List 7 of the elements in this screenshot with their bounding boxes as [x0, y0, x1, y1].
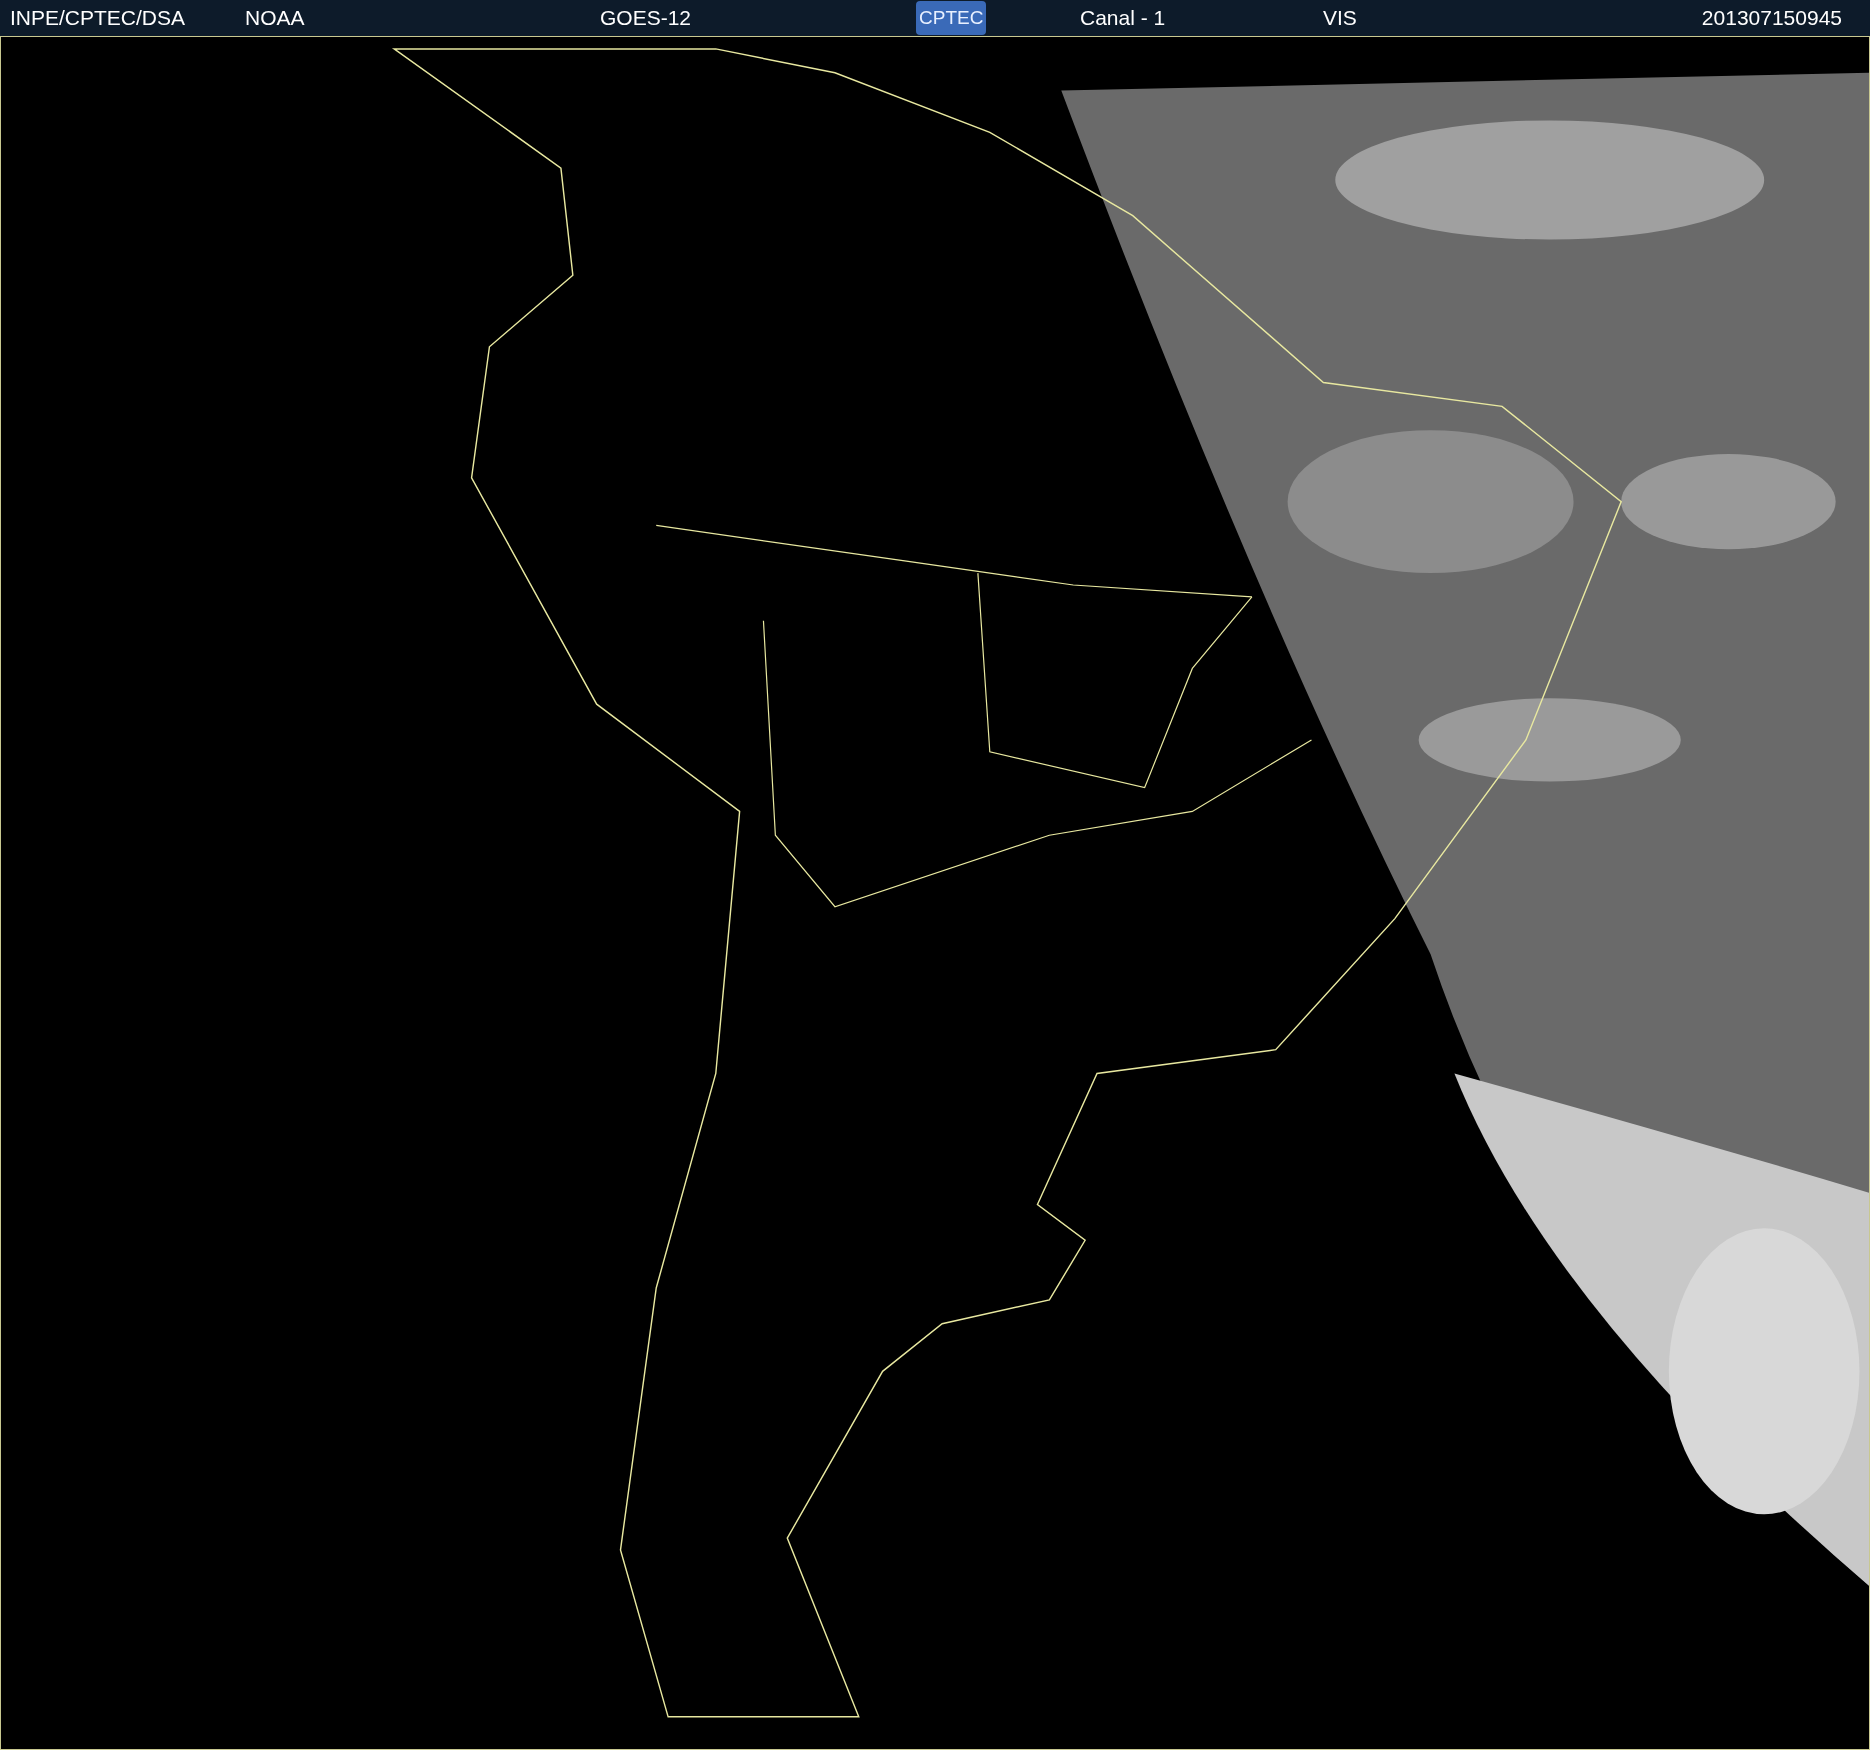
header-label: GOES-12 [600, 6, 692, 30]
header-label: INPE/CPTEC/DSA [10, 6, 186, 30]
header-label: VIS [1323, 6, 1357, 30]
header-label: Canal - 1 [1080, 6, 1166, 30]
logo: CPTEC [916, 1, 987, 35]
header-label: NOAA [245, 6, 305, 30]
header-label: 201307150945 [1701, 6, 1842, 30]
